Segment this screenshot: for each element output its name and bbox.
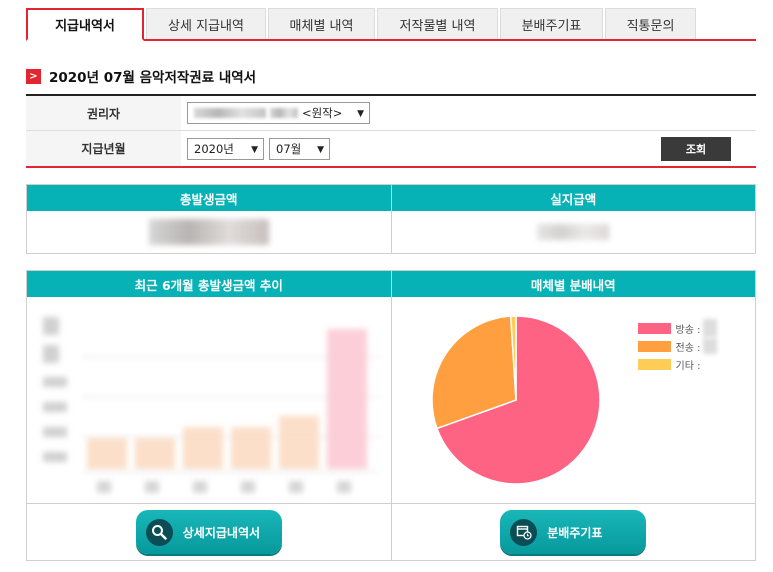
bar-4 bbox=[279, 415, 319, 469]
media-panel-title: 매체별 분배내역 bbox=[391, 271, 755, 297]
actual-amount-value bbox=[392, 211, 756, 253]
bar-chart-blurred-layer bbox=[43, 317, 379, 493]
legend-label: 기타 : bbox=[675, 360, 701, 372]
page-title: > 2020년 07월 음악저작권료 내역서 bbox=[26, 66, 256, 86]
redacted-name bbox=[194, 108, 266, 118]
tab-schedule[interactable]: 분배주기표 bbox=[500, 8, 603, 39]
tab-statement[interactable]: 지급내역서 bbox=[26, 8, 144, 41]
detail-statement-button[interactable]: 상세지급내역서 bbox=[135, 510, 282, 554]
redacted-axis-label bbox=[43, 402, 67, 412]
chevron-right-icon: > bbox=[26, 68, 41, 84]
bar-1 bbox=[135, 438, 175, 469]
legend-item-other: 기타 : bbox=[637, 355, 718, 373]
legend-label: 방송 : bbox=[675, 324, 701, 336]
redacted-value bbox=[703, 319, 718, 337]
redacted-x-label bbox=[241, 481, 255, 493]
tab-works[interactable]: 저작물별 내역 bbox=[377, 8, 498, 39]
pie-legend: 방송 : 전송 : 기타 : bbox=[637, 319, 718, 373]
chevron-down-icon: ▼ bbox=[251, 144, 258, 155]
tab-media[interactable]: 매체별 내역 bbox=[268, 8, 375, 39]
media-chart: 방송 : 전송 : 기타 : bbox=[391, 297, 755, 504]
chevron-down-icon: ▼ bbox=[317, 144, 324, 155]
total-amount-value bbox=[27, 211, 391, 253]
rights-holder-select[interactable]: <원작> ▼ bbox=[187, 102, 370, 124]
total-amount-header: 총발생금액 bbox=[27, 185, 391, 211]
page-title-text: 2020년 07월 음악저작권료 내역서 bbox=[49, 70, 257, 86]
schedule-button[interactable]: 분배주기표 bbox=[500, 510, 647, 554]
total-amount-column: 총발생금액 bbox=[27, 185, 391, 253]
redacted-x-label bbox=[289, 481, 303, 493]
legend-label: 전송 : bbox=[675, 342, 701, 354]
redacted-axis-label bbox=[43, 317, 59, 335]
month-select[interactable]: 07월 ▼ bbox=[269, 137, 330, 160]
pay-month-label: 지급년월 bbox=[26, 131, 181, 166]
month-value: 07월 bbox=[276, 141, 302, 156]
detail-statement-label: 상세지급내역서 bbox=[182, 525, 261, 540]
trend-bar-chart bbox=[43, 317, 379, 493]
rights-holder-suffix: <원작> bbox=[302, 106, 343, 120]
bar-0 bbox=[87, 438, 127, 469]
redacted-value bbox=[703, 338, 718, 354]
legend-swatch bbox=[637, 340, 671, 352]
tab-contact[interactable]: 직통문의 bbox=[605, 8, 696, 39]
chart-panels: 최근 6개월 총발생금액 추이 상세지급내역서 매체별 분배내역 방송 : 전송… bbox=[26, 270, 756, 561]
redacted-axis-label bbox=[43, 427, 67, 437]
trend-panel-title: 최근 6개월 총발생금액 추이 bbox=[27, 271, 391, 297]
search-button[interactable]: 조회 bbox=[661, 137, 731, 161]
rights-holder-label: 권리자 bbox=[26, 96, 181, 130]
redacted-x-label bbox=[145, 481, 159, 493]
tab-bar: 지급내역서 상세 지급내역 매체별 내역 저작물별 내역 분배주기표 직통문의 bbox=[26, 8, 756, 41]
legend-swatch bbox=[637, 322, 671, 334]
legend-item-transmission: 전송 : bbox=[637, 337, 718, 355]
bar-5 bbox=[327, 329, 367, 469]
trend-panel: 최근 6개월 총발생금액 추이 상세지급내역서 bbox=[27, 271, 391, 560]
actual-amount-column: 실지급액 bbox=[390, 185, 756, 253]
redacted-name-2 bbox=[270, 108, 298, 118]
bar-3 bbox=[231, 427, 271, 469]
year-select[interactable]: 2020년 ▼ bbox=[187, 137, 264, 160]
redacted-actual-amount bbox=[537, 224, 610, 240]
redacted-axis-label bbox=[43, 377, 67, 387]
redacted-total-amount bbox=[148, 219, 269, 245]
tab-detail[interactable]: 상세 지급내역 bbox=[146, 8, 266, 39]
trend-chart bbox=[27, 297, 391, 504]
amount-summary: 총발생금액 실지급액 bbox=[26, 184, 756, 254]
rights-holder-row: 권리자 <원작> ▼ bbox=[26, 96, 756, 131]
legend-swatch bbox=[637, 358, 671, 370]
legend-item-broadcast: 방송 : bbox=[637, 319, 718, 337]
media-panel: 매체별 분배내역 방송 : 전송 : 기타 : 분배주기표 bbox=[390, 271, 755, 560]
actual-amount-header: 실지급액 bbox=[391, 185, 755, 211]
search-icon bbox=[145, 518, 173, 546]
redacted-x-label bbox=[337, 481, 351, 493]
schedule-label: 분배주기표 bbox=[547, 525, 603, 540]
year-value: 2020년 bbox=[194, 141, 234, 156]
bar-2 bbox=[183, 427, 223, 469]
calendar-clock-icon bbox=[510, 518, 538, 546]
redacted-x-label bbox=[97, 481, 111, 493]
filter-form: 권리자 <원작> ▼ 지급년월 2020년 ▼ 07월 ▼ 조회 bbox=[26, 94, 756, 168]
redacted-x-label bbox=[193, 481, 207, 493]
redacted-axis-label bbox=[43, 345, 59, 363]
chevron-down-icon: ▼ bbox=[357, 109, 364, 119]
pay-month-row: 지급년월 2020년 ▼ 07월 ▼ 조회 bbox=[26, 131, 756, 166]
redacted-axis-label bbox=[43, 452, 67, 462]
